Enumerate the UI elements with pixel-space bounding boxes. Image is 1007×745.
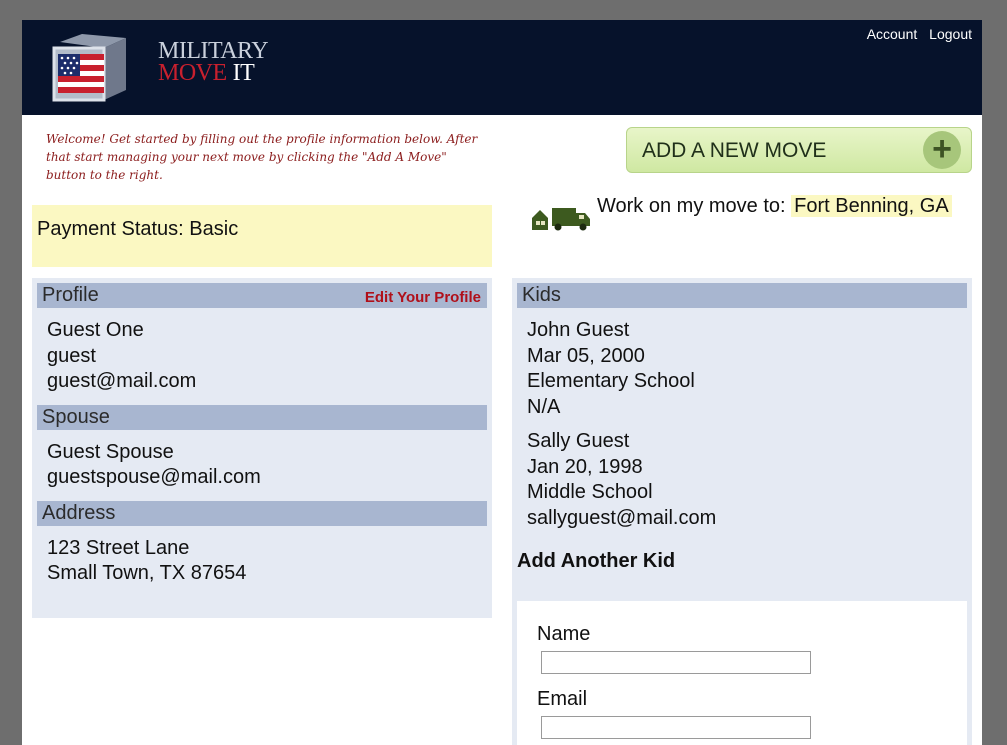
kid-entry: John Guest Mar 05, 2000 Elementary Schoo…: [527, 318, 957, 420]
kid-dob: Mar 05, 2000: [527, 344, 645, 367]
page: MILITARY MOVE IT Account Logout Welcome! …: [22, 20, 982, 745]
spouse-details: Guest Spouse guestspouse@mail.com: [32, 430, 492, 496]
add-kid-form: Name Email: [517, 601, 967, 745]
kid-dob: Jan 20, 1998: [527, 455, 643, 478]
plus-icon: +: [923, 131, 961, 169]
kid-school: Elementary School: [527, 370, 695, 392]
profile-panel: Profile Edit Your Profile Guest One gues…: [32, 278, 492, 618]
spouse-name: Guest Spouse: [47, 440, 174, 463]
kid-entry: Sally Guest Jan 20, 1998 Middle School s…: [527, 429, 957, 531]
logout-link[interactable]: Logout: [929, 26, 972, 42]
profile-details: Guest One guest guest@mail.com: [32, 308, 492, 400]
kids-panel: Kids John Guest Mar 05, 2000 Elementary …: [512, 278, 972, 745]
move-destination-link[interactable]: Fort Benning, GA: [791, 195, 952, 217]
kid-contact: N/A: [527, 395, 561, 418]
truck-icon: [532, 208, 590, 231]
kids-list: John Guest Mar 05, 2000 Elementary Schoo…: [512, 308, 972, 545]
payment-status-text: Payment Status: Basic: [37, 218, 239, 240]
kids-section-header: Kids: [517, 283, 967, 308]
add-new-move-button[interactable]: ADD A NEW MOVE +: [626, 127, 972, 173]
kid-school: Middle School: [527, 481, 653, 503]
welcome-message: Welcome! Get started by filling out the …: [46, 132, 478, 182]
address-line2: Small Town, TX 87654: [47, 562, 247, 584]
profile-section-header: Profile Edit Your Profile: [37, 283, 487, 308]
work-on-move: Work on my move to: Fort Benning, GA: [597, 195, 952, 218]
profile-name: Guest One: [47, 319, 144, 341]
logo-line2: MOVE IT: [158, 60, 268, 86]
logo-line1: MILITARY: [158, 38, 269, 64]
kid-name-input[interactable]: [541, 651, 811, 674]
add-new-move-label: ADD A NEW MOVE: [642, 139, 827, 162]
profile-username: guest: [47, 344, 96, 367]
address-title: Address: [42, 501, 116, 524]
kid-contact: sallyguest@mail.com: [527, 506, 717, 529]
spouse-email: guestspouse@mail.com: [47, 466, 261, 488]
top-links: Account Logout: [859, 26, 972, 42]
kid-name-label: Name: [537, 623, 591, 645]
kids-title: Kids: [522, 284, 561, 306]
account-link[interactable]: Account: [867, 26, 918, 42]
logo-text: MILITARY MOVE IT: [158, 38, 269, 86]
kid-name: John Guest: [527, 319, 630, 341]
address-details: 123 Street Lane Small Town, TX 87654: [32, 526, 492, 592]
kid-email-label: Email: [537, 688, 588, 710]
profile-title: Profile: [42, 284, 99, 306]
work-on-move-label: Work on my move to:: [597, 195, 786, 217]
edit-profile-link[interactable]: Edit Your Profile: [365, 285, 481, 310]
logo-move: MOVE: [158, 60, 227, 86]
profile-email: guest@mail.com: [47, 370, 197, 392]
logo[interactable]: MILITARY MOVE IT: [52, 34, 269, 104]
payment-status: Payment Status: Basic: [32, 205, 492, 267]
add-kid-heading: Add Another Kid: [517, 550, 676, 572]
address-line1: 123 Street Lane: [47, 536, 190, 559]
spouse-section-header: Spouse: [37, 404, 487, 430]
kid-name: Sally Guest: [527, 430, 630, 452]
crate-flag-icon: [52, 34, 126, 102]
address-section-header: Address: [37, 500, 487, 526]
spouse-title: Spouse: [42, 405, 110, 428]
site-header: MILITARY MOVE IT Account Logout: [22, 20, 982, 115]
kid-email-input[interactable]: [541, 716, 811, 739]
logo-it: IT: [232, 60, 255, 86]
